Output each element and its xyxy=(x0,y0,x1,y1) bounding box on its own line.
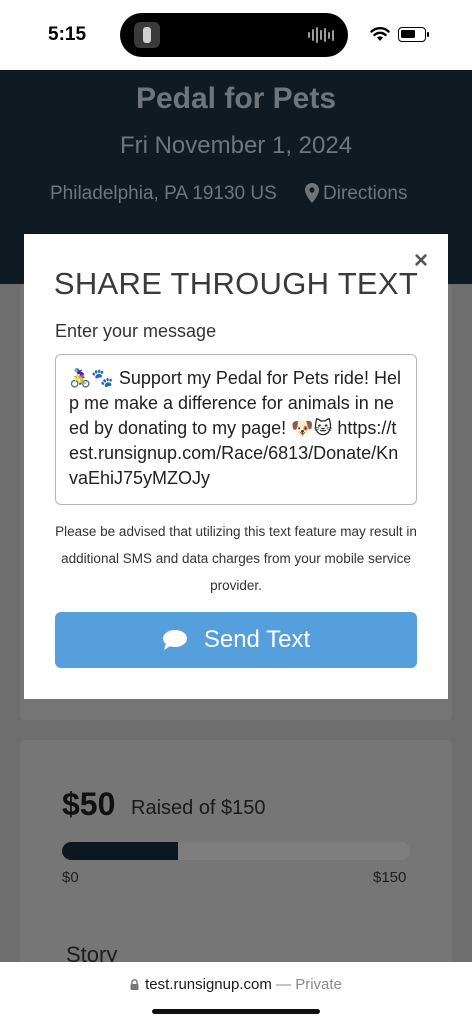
send-text-button[interactable]: Send Text xyxy=(55,612,417,668)
dynamic-island xyxy=(120,13,348,57)
battery-icon xyxy=(398,27,426,42)
audio-waveform-icon xyxy=(308,26,334,44)
lock-icon xyxy=(130,979,139,990)
event-date: Fri November 1, 2024 xyxy=(119,132,353,159)
fundraising-progress-bar xyxy=(62,842,410,860)
modal-title: SHARE THROUGH TEXT xyxy=(53,266,419,301)
browser-url-bar[interactable]: test.runsignup.com — Private xyxy=(0,962,472,1024)
status-bar: 5:15 xyxy=(0,0,472,70)
home-indicator xyxy=(152,1009,320,1014)
url-separator: — xyxy=(271,976,296,993)
progress-fill xyxy=(62,842,178,860)
progress-min-label: $0 xyxy=(62,869,79,886)
event-location: Philadelphia, PA 19130 US xyxy=(50,183,277,204)
battery-cap xyxy=(427,32,429,37)
raised-amount: $50 xyxy=(62,786,116,822)
sms-charges-notice: Please be advised that utilizing this te… xyxy=(55,524,417,593)
raised-goal-text: Raised of $150 xyxy=(131,797,266,819)
map-pin-icon xyxy=(305,183,319,203)
message-textarea[interactable]: 🚴‍♀️🐾 Support my Pedal for Pets ride! He… xyxy=(55,354,417,505)
send-text-label: Send Text xyxy=(203,626,311,653)
directions-link[interactable]: Directions xyxy=(323,183,407,205)
app-activity-icon xyxy=(134,22,160,48)
speech-bubble-icon xyxy=(162,630,187,650)
progress-max-label: $150 xyxy=(373,869,407,886)
url-text: test.runsignup.com xyxy=(145,976,272,993)
event-title: Pedal for Pets xyxy=(135,82,337,115)
message-label: Enter your message xyxy=(55,321,217,341)
wifi-icon xyxy=(370,27,390,41)
status-time: 5:15 xyxy=(48,24,87,45)
url-display: test.runsignup.com — Private xyxy=(0,976,472,993)
private-mode-label: Private xyxy=(295,976,342,993)
